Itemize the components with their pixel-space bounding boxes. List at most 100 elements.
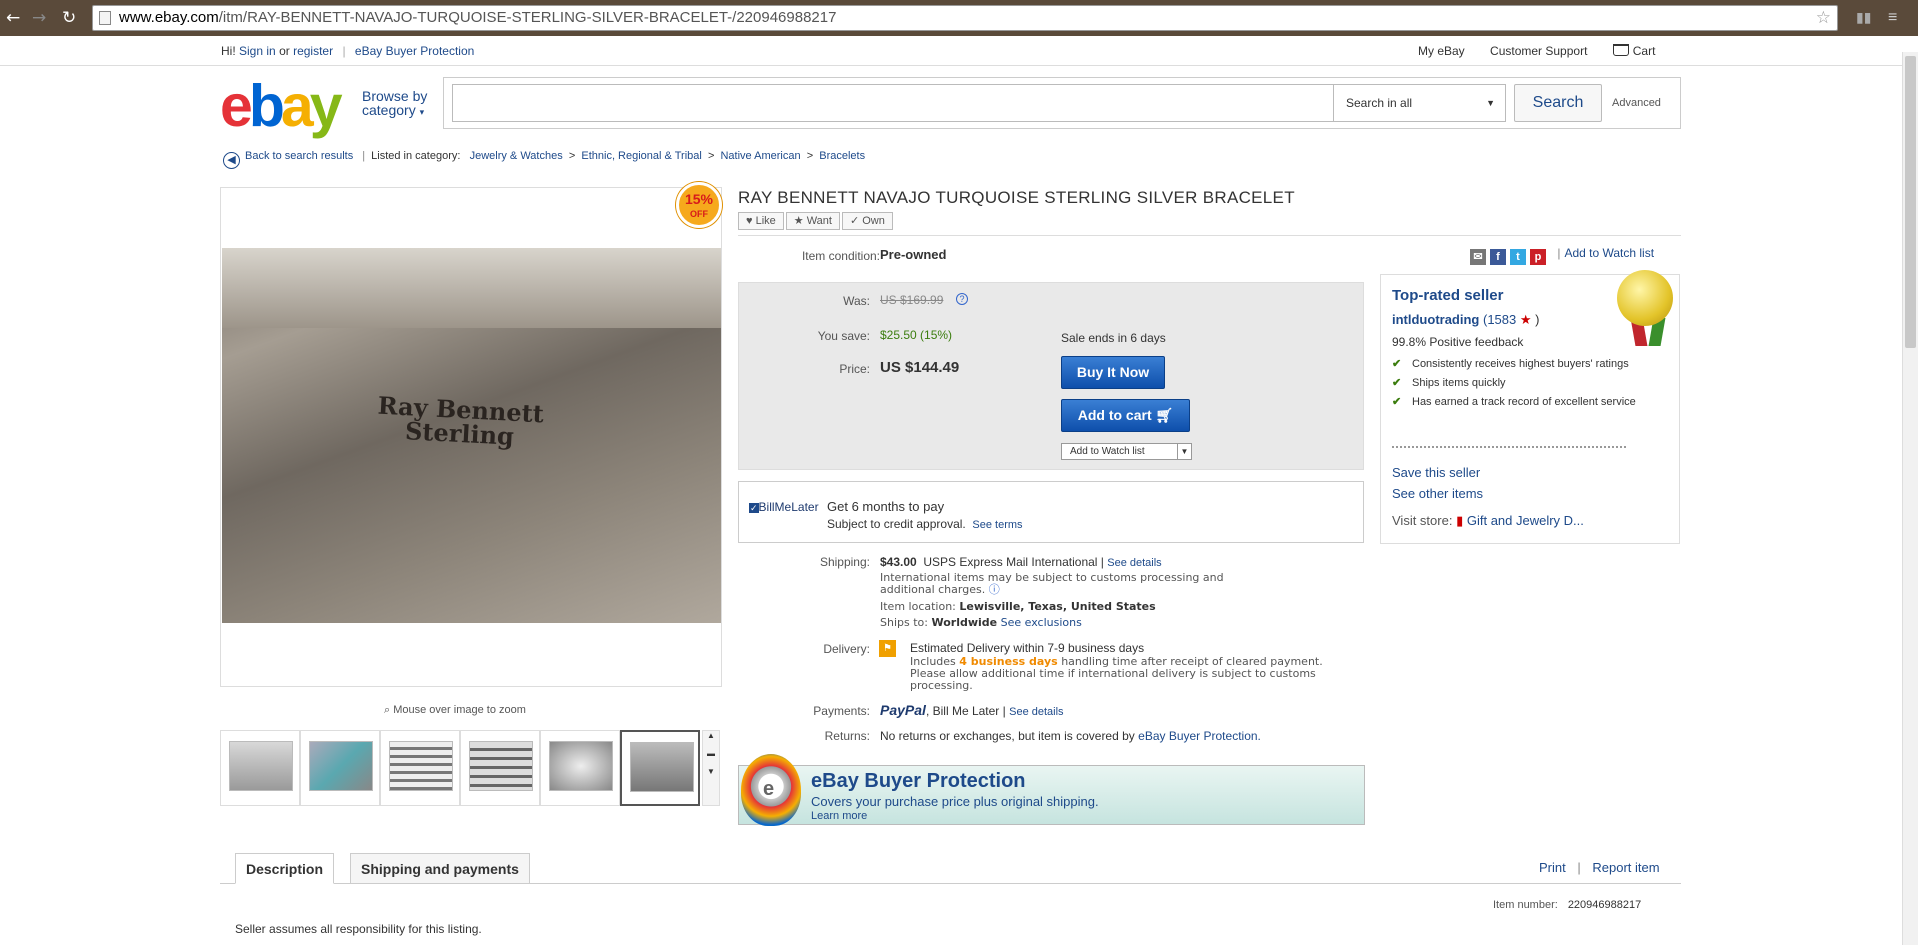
image-viewer[interactable]: Ray Bennett Sterling [220, 187, 722, 687]
learn-more-link[interactable]: Learn more [811, 810, 867, 822]
print-link[interactable]: Print [1539, 860, 1566, 875]
shipping-cost: $43.00 [880, 555, 917, 569]
item-location: Item location: Lewisville, Texas, United… [880, 600, 1156, 613]
payments-label: Payments: [813, 704, 870, 718]
extension-icon[interactable]: ▮▮ [1856, 9, 1876, 27]
delivery-label: Delivery: [823, 642, 870, 656]
see-terms-link[interactable]: See terms [972, 519, 1022, 531]
add-to-watch-link[interactable]: Add to Watch list [1564, 246, 1654, 260]
buyer-protection-link[interactable]: eBay Buyer Protection. [1138, 729, 1261, 743]
bookmark-star-icon[interactable]: ☆ [1816, 6, 1831, 30]
store-link[interactable]: Gift and Jewelry D... [1467, 513, 1584, 528]
cart-link[interactable]: Cart [1612, 44, 1678, 58]
or-text: or [279, 44, 290, 58]
bml-headline: Get 6 months to pay [827, 499, 945, 514]
thumbnail-selected[interactable] [620, 730, 700, 806]
search-input[interactable] [452, 84, 1334, 122]
bp-subtitle: Covers your purchase price plus original… [811, 794, 1099, 809]
own-button[interactable]: ✓ Own [841, 212, 893, 230]
breadcrumb: ◀ Back to search results | Listed in categ… [223, 149, 865, 169]
list-item: ✔ Consistently receives highest buyers' r… [1392, 358, 1629, 370]
divider: | [342, 44, 346, 58]
thumb-image [229, 741, 293, 791]
zoom-hint: ⌕ Mouse over image to zoom [384, 704, 526, 716]
advanced-search-link[interactable]: Advanced [1612, 84, 1661, 122]
search-category-select[interactable]: Search in all ▼ [1334, 84, 1506, 122]
breadcrumb-item[interactable]: Native American [720, 150, 800, 162]
thumbnail[interactable] [460, 730, 540, 806]
shipping-method: USPS Express Mail International | [923, 555, 1104, 569]
thumb-image [469, 741, 533, 791]
see-other-items-link[interactable]: See other items [1392, 486, 1483, 501]
was-label: Was: [843, 294, 870, 308]
save-seller-link[interactable]: Save this seller [1392, 465, 1480, 480]
store-icon: ▮ [1456, 513, 1464, 528]
email-icon[interactable]: ✉ [1470, 249, 1486, 265]
register-link[interactable]: register [293, 44, 333, 58]
tab-shipping-payments[interactable]: Shipping and payments [350, 853, 530, 884]
report-item-link[interactable]: Report item [1592, 860, 1659, 875]
breadcrumb-item[interactable]: Bracelets [819, 150, 865, 162]
add-to-watch-list-button[interactable]: Add to Watch list ▼ [1061, 443, 1192, 460]
buyer-protection-banner[interactable]: eBay Buyer Protection Covers your purcha… [738, 765, 1365, 825]
thumbnail[interactable] [220, 730, 300, 806]
see-exclusions-link[interactable]: See exclusions [1001, 616, 1082, 629]
condition-value: Pre-owned [880, 247, 947, 262]
shipping-details-link[interactable]: See details [1107, 557, 1161, 569]
help-icon[interactable]: ? [956, 293, 968, 305]
add-to-cart-button[interactable]: Add to cart 🛒︎ [1061, 399, 1190, 432]
chevron-down-icon[interactable]: ▼ [1177, 444, 1191, 459]
breadcrumb-item[interactable]: Jewelry & Watches [470, 150, 563, 162]
back-arrow-icon[interactable]: ◀ [223, 152, 240, 169]
breadcrumb-item[interactable]: Ethnic, Regional & Tribal [581, 150, 701, 162]
list-item: ✔ Ships items quickly [1392, 377, 1506, 389]
returns-policy: No returns or exchanges, but item is cov… [880, 729, 1261, 743]
thumbnail-scrollbar[interactable]: ▲ ▬ ▼ [702, 730, 720, 806]
thumb-image [630, 742, 694, 792]
seller-name[interactable]: intlduotrading (1583 ★ ) [1392, 312, 1540, 328]
search-button[interactable]: Search [1514, 84, 1602, 122]
help-icon[interactable]: ⓘ [989, 583, 1000, 596]
sale-ends: Sale ends in 6 days [1061, 331, 1166, 345]
hallmark-stamp: Ray Bennett Sterling [377, 390, 545, 451]
thumbnail[interactable] [300, 730, 380, 806]
like-button[interactable]: ♥ Like [738, 212, 784, 230]
thumb-image [549, 741, 613, 791]
customer-support-link[interactable]: Customer Support [1490, 44, 1587, 58]
browse-by-category[interactable]: Browse by category ▾ [362, 89, 427, 119]
thumbnail[interactable] [380, 730, 460, 806]
visit-store: Visit store: ▮ Gift and Jewelry D... [1392, 513, 1584, 528]
buyer-protection-link[interactable]: eBay Buyer Protection [355, 44, 474, 58]
page-scrollbar[interactable] [1902, 52, 1918, 945]
forward-arrow-icon[interactable]: → [32, 8, 46, 28]
check-icon: ✔ [1392, 358, 1402, 370]
twitter-icon[interactable]: t [1510, 249, 1526, 265]
search-category-value: Search in all [1346, 96, 1413, 110]
sign-in-link[interactable]: Sign in [239, 44, 276, 58]
tab-description[interactable]: Description [235, 853, 335, 884]
reload-icon[interactable]: ↻ [62, 8, 76, 28]
price-value: US $144.49 [880, 359, 960, 376]
buy-it-now-button[interactable]: Buy It Now [1061, 356, 1165, 389]
facebook-icon[interactable]: f [1490, 249, 1506, 265]
payments-details-link[interactable]: See details [1009, 706, 1063, 718]
thumb-image [389, 741, 453, 791]
top-rated-medal-icon [1617, 270, 1673, 326]
bp-title: eBay Buyer Protection [811, 770, 1026, 792]
magnifier-icon: ⌕ [384, 704, 391, 716]
item-number: Item number: 220946988217 [1493, 899, 1642, 911]
product-image[interactable]: Ray Bennett Sterling [222, 248, 721, 623]
back-to-results-link[interactable]: Back to search results [245, 150, 353, 162]
pinterest-icon[interactable]: p [1530, 249, 1546, 265]
thumbnail[interactable] [540, 730, 620, 806]
want-button[interactable]: ★ Want [785, 212, 840, 230]
browser-menu-icon[interactable]: ≡ [1888, 9, 1897, 27]
address-bar[interactable]: www.ebay.com/itm/RAY-BENNETT-NAVAJO-TURQ… [92, 5, 1838, 31]
back-arrow-icon[interactable]: ← [6, 8, 20, 28]
customs-note-2: additional charges. ⓘ [880, 583, 1000, 596]
browser-chrome: ← → ↻ www.ebay.com/itm/RAY-BENNETT-NAVAJ… [0, 0, 1918, 36]
my-ebay-link[interactable]: My eBay [1418, 44, 1465, 58]
item-title: RAY BENNETT NAVAJO TURQUOISE STERLING SI… [738, 188, 1295, 207]
ebay-logo[interactable]: ebay [220, 76, 343, 136]
scrollbar-thumb[interactable] [1905, 56, 1916, 348]
